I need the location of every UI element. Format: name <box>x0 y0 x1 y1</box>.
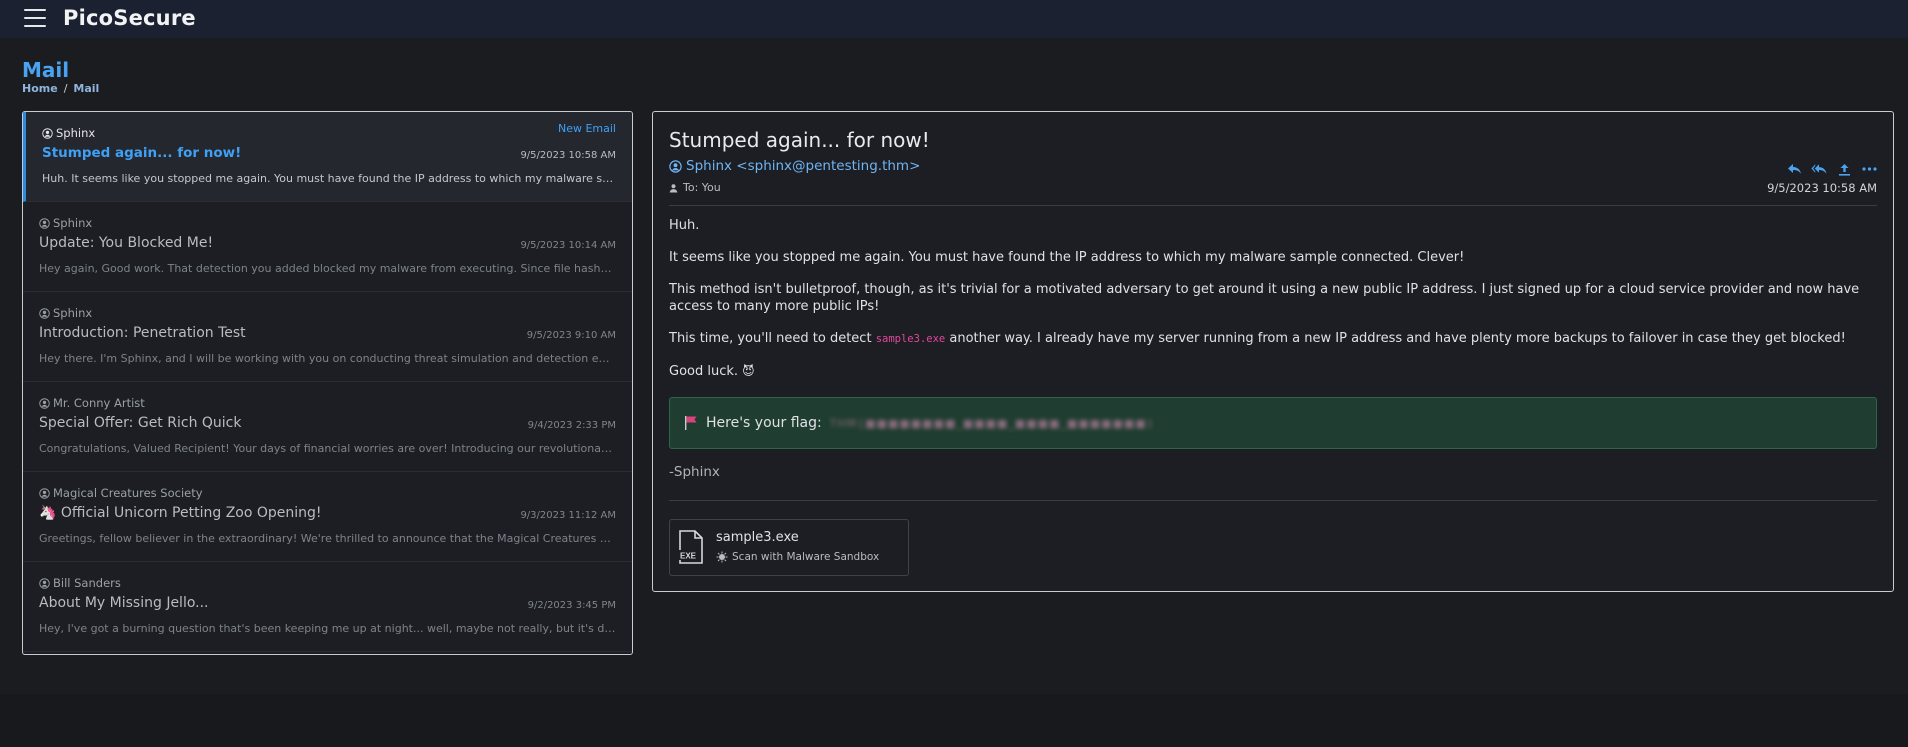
email-from-address: Sphinx <sphinx@pentesting.thm> <box>686 158 921 174</box>
email-from[interactable]: Sphinx <sphinx@pentesting.thm> <box>669 158 920 174</box>
mail-sender: Bill Sanders <box>39 576 121 590</box>
user-circle-icon <box>42 127 53 139</box>
scan-sandbox-label: Scan with Malware Sandbox <box>732 551 880 563</box>
inline-code-filename: sample3.exe <box>875 333 946 345</box>
mail-sender: Sphinx <box>42 126 95 140</box>
mail-list-item[interactable]: Sphinx New Email Stumped again... for no… <box>23 112 632 202</box>
body-paragraph: This method isn't bulletproof, though, a… <box>669 282 1860 314</box>
user-circle-icon <box>39 397 50 409</box>
user-circle-icon <box>39 217 50 229</box>
mail-preview: Hey there. I'm Sphinx, and I will be wor… <box>39 352 616 365</box>
attachment-card[interactable]: EXE sample3.exe Scan with Malware Sandbo… <box>669 519 909 576</box>
flag-alert: Here's your flag: THM{■■■■■■■■_■■■■_■■■■… <box>669 397 1877 449</box>
mail-sender-name: Sphinx <box>56 126 96 140</box>
mail-list-item[interactable]: Sphinx Update: You Blocked Me! 9/5/2023 … <box>23 202 632 292</box>
mail-subject: Special Offer: Get Rich Quick <box>39 415 242 431</box>
mail-preview: Congratulations, Valued Recipient! Your … <box>39 442 616 455</box>
exe-file-icon: EXE <box>679 530 703 564</box>
mail-date: 9/5/2023 10:58 AM <box>520 150 616 161</box>
mail-sender: Mr. Conny Artist <box>39 396 145 410</box>
unicorn-icon: 🦄 <box>39 505 57 521</box>
mail-preview: Hey again, Good work. That detection you… <box>39 262 616 275</box>
mail-preview: Huh. It seems like you stopped me again.… <box>42 172 619 185</box>
email-to: To: You <box>669 181 721 194</box>
mail-sender-name: Sphinx <box>53 216 93 230</box>
body-text: Good luck. <box>669 364 739 379</box>
body-paragraph: Huh. <box>669 218 700 233</box>
share-upload-icon[interactable] <box>1836 162 1852 176</box>
body-paragraph: This time, you'll need to detect sample3… <box>669 330 1877 348</box>
mail-subject: Introduction: Penetration Test <box>39 325 246 341</box>
mail-preview: Greetings, fellow believer in the extrao… <box>39 532 616 545</box>
mail-sender: Sphinx <box>39 216 92 230</box>
breadcrumb-separator: / <box>63 82 68 95</box>
mail-sender-name: Magical Creatures Society <box>53 486 203 500</box>
user-circle-icon <box>39 577 50 589</box>
user-circle-icon <box>669 159 682 173</box>
body-text: This time, you'll need to detect <box>669 331 876 346</box>
flag-label: Here's your flag: <box>706 415 822 431</box>
hamburger-menu-icon[interactable] <box>24 9 46 27</box>
flag-icon <box>685 416 697 430</box>
mail-sender-name: Sphinx <box>53 306 93 320</box>
mail-list-item[interactable]: Sphinx Introduction: Penetration Test 9/… <box>23 292 632 382</box>
user-circle-icon <box>39 307 50 319</box>
virus-icon <box>716 551 728 563</box>
mail-preview: Hey, I've got a burning question that's … <box>39 622 616 635</box>
page-footer-area <box>0 694 1908 747</box>
breadcrumb: Home / Mail <box>22 82 99 95</box>
devil-emoji-icon: 😈 <box>742 364 755 378</box>
mail-date: 9/2/2023 3:45 PM <box>527 600 616 611</box>
mail-sender: Sphinx <box>39 306 92 320</box>
breadcrumb-home[interactable]: Home <box>22 82 58 95</box>
new-email-button[interactable]: New Email <box>558 122 616 135</box>
mail-list-item[interactable]: Mr. Conny Artist Special Offer: Get Rich… <box>23 382 632 472</box>
scan-sandbox-button[interactable]: Scan with Malware Sandbox <box>716 551 879 563</box>
email-subject: Stumped again... for now! <box>669 128 930 152</box>
more-options-icon[interactable] <box>1861 162 1877 176</box>
mail-subject-text: Official Unicorn Petting Zoo Opening! <box>60 505 322 521</box>
header-divider <box>669 205 1877 206</box>
email-reader: Stumped again... for now! Sphinx <sphinx… <box>652 111 1894 592</box>
mail-list-item[interactable]: Bill Sanders About My Missing Jello... 9… <box>23 562 632 652</box>
body-paragraph: It seems like you stopped me again. You … <box>669 250 1465 265</box>
person-icon <box>669 183 678 192</box>
mail-sender: Magical Creatures Society <box>39 486 203 500</box>
email-signature: -Sphinx <box>669 464 720 480</box>
mail-subject: Update: You Blocked Me! <box>39 235 214 251</box>
mail-date: 9/5/2023 10:14 AM <box>520 240 616 251</box>
exe-file-icon-label: EXE <box>680 552 697 561</box>
page-title: Mail <box>22 58 70 82</box>
email-body: Huh. It seems like you stopped me again.… <box>669 217 1877 395</box>
mail-subject: About My Missing Jello... <box>39 595 209 611</box>
brand-logo[interactable]: PicoSecure <box>63 6 196 30</box>
breadcrumb-mail[interactable]: Mail <box>73 82 99 95</box>
top-navbar: PicoSecure <box>0 0 1908 38</box>
email-actions <box>1786 162 1877 176</box>
mail-subject: 🦄 Official Unicorn Petting Zoo Opening! <box>39 505 322 521</box>
mail-date: 9/4/2023 2:33 PM <box>527 420 616 431</box>
email-date: 9/5/2023 10:58 AM <box>1767 181 1877 195</box>
mail-subject: Stumped again... for now! <box>42 145 242 161</box>
mail-list: Sphinx New Email Stumped again... for no… <box>22 111 633 655</box>
mail-date: 9/3/2023 11:12 AM <box>520 510 616 521</box>
user-circle-icon <box>39 487 50 499</box>
reply-all-icon[interactable] <box>1811 162 1827 176</box>
email-to-text: To: You <box>683 181 721 194</box>
mail-date: 9/5/2023 9:10 AM <box>526 330 616 341</box>
body-text: another way. I already have my server ru… <box>945 331 1846 346</box>
mail-sender-name: Bill Sanders <box>53 576 121 590</box>
attachment-divider <box>669 500 1877 501</box>
flag-value-redacted: THM{■■■■■■■■_■■■■_■■■■_■■■■■■■} <box>829 416 1155 430</box>
reply-icon[interactable] <box>1786 162 1802 176</box>
body-paragraph: Good luck. 😈 <box>669 363 1877 380</box>
mail-sender-name: Mr. Conny Artist <box>53 396 145 410</box>
mail-list-item[interactable]: Magical Creatures Society 🦄 Official Uni… <box>23 472 632 562</box>
attachment-name: sample3.exe <box>716 530 799 545</box>
